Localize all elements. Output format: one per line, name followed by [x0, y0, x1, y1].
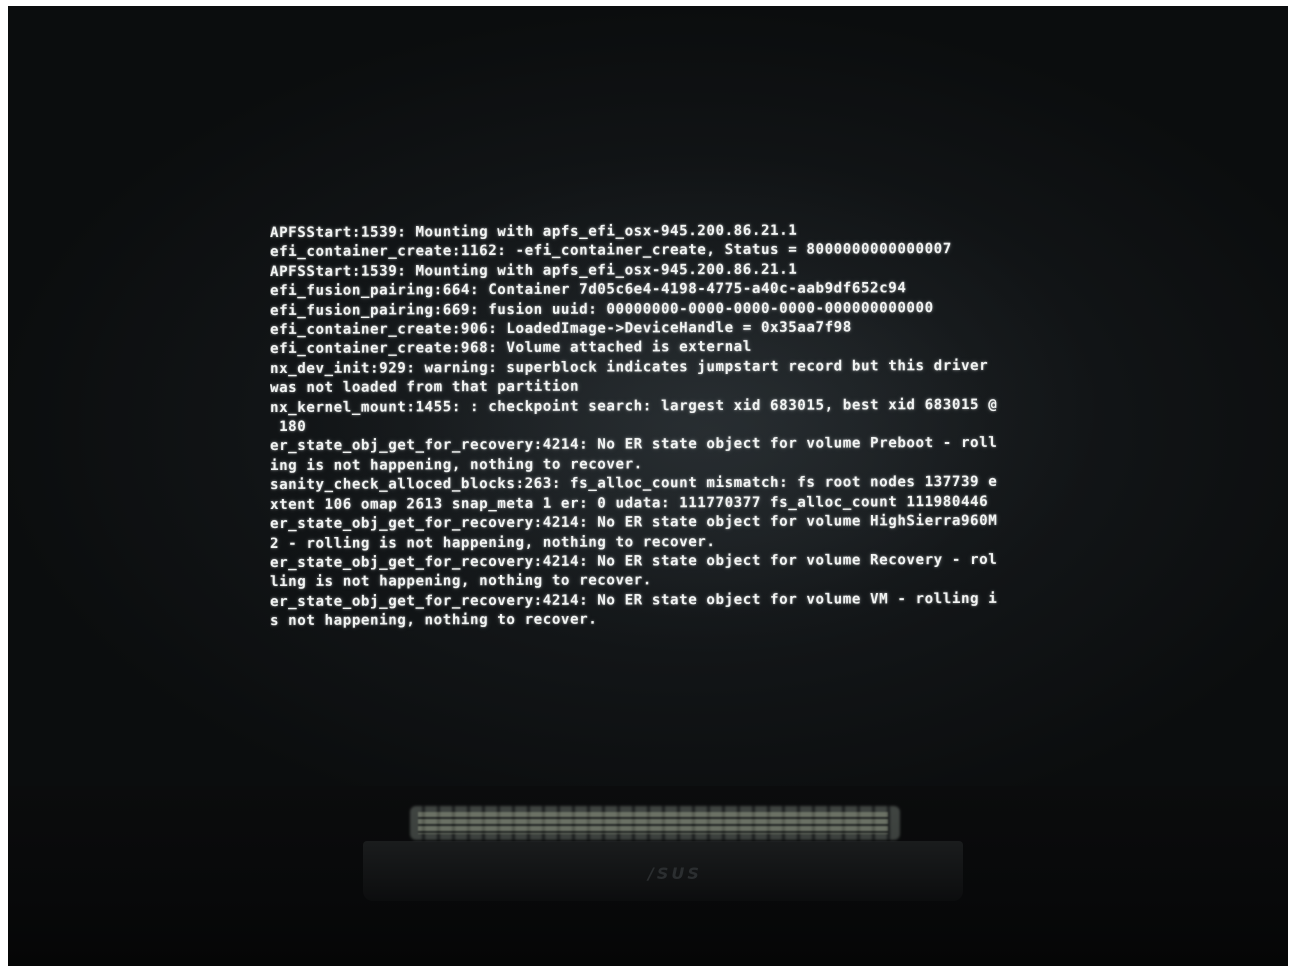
brand-logo: /SUS	[648, 864, 702, 883]
keyboard-key-rows	[418, 812, 888, 834]
boot-console: APFSStart:1539: Mounting with apfs_efi_o…	[270, 220, 1150, 644]
monitor-photo: APFSStart:1539: Mounting with apfs_efi_o…	[8, 6, 1288, 966]
console-line: s not happening, nothing to recover.	[270, 611, 598, 630]
